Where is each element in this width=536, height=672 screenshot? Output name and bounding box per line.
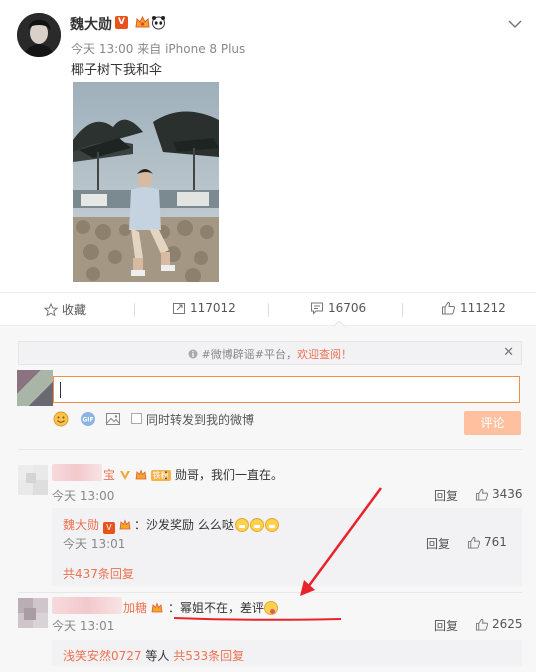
red-annotation-arrow	[173, 487, 383, 621]
